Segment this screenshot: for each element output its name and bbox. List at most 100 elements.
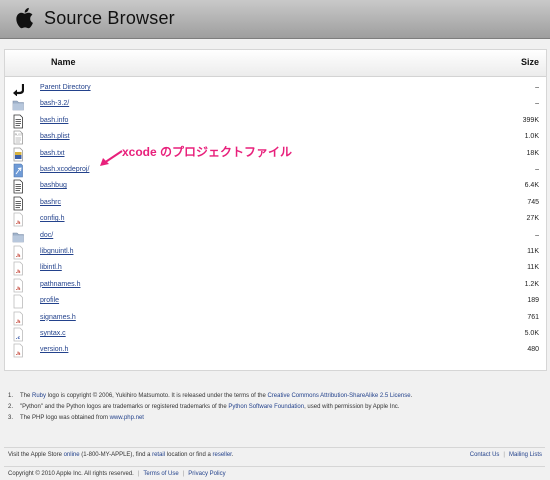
table-header: Name Size — [5, 50, 546, 77]
footnote-3: 3. The PHP logo was obtained from www.php… — [8, 415, 144, 421]
svg-text:.h: .h — [16, 319, 21, 325]
annotation-label: xcode のプロジェクトファイル — [122, 145, 293, 159]
xcode-project-icon[interactable] — [12, 163, 24, 178]
store-reseller-link[interactable]: reseller — [212, 452, 231, 458]
svg-text:.h: .h — [16, 253, 21, 259]
file-row: bash.info 399K — [5, 114, 546, 130]
file-row: .h pathnames.h 1.2K — [5, 278, 546, 294]
file-name-link[interactable]: bash.plist — [40, 133, 70, 140]
file-row: .h libgnuintl.h 11K — [5, 245, 546, 261]
file-name-link[interactable]: libgnuintl.h — [40, 248, 73, 255]
contact-links: Contact Us | Mailing Lists — [469, 452, 542, 458]
text-file-icon[interactable] — [12, 179, 24, 194]
text-file-icon[interactable] — [12, 114, 24, 129]
svg-text:.c: .c — [16, 336, 21, 341]
parent-directory-icon[interactable] — [12, 81, 24, 96]
file-size: – — [535, 100, 539, 108]
c-file-icon[interactable]: .c — [12, 327, 24, 342]
file-size: – — [535, 84, 539, 91]
file-name-link[interactable]: version.h — [40, 346, 68, 353]
file-name-link[interactable]: bash.txt — [40, 150, 65, 157]
annotation-arrow-icon — [100, 150, 123, 166]
privacy-policy-link[interactable]: Privacy Policy — [188, 471, 225, 477]
file-name-link[interactable]: Parent Directory — [40, 84, 91, 91]
copyright-line: Copyright © 2010 Apple Inc. All rights r… — [8, 471, 226, 477]
folder-icon[interactable] — [12, 97, 24, 112]
file-size: 11K — [527, 264, 539, 272]
file-row: bash-3.2/ – — [5, 97, 546, 113]
apple-store-text: Visit the Apple Store online (1-800-MY-A… — [8, 452, 234, 458]
text-file-icon[interactable] — [12, 147, 24, 162]
file-name-link[interactable]: bashrc — [40, 199, 61, 206]
store-retail-link[interactable]: retail — [152, 452, 165, 458]
file-size: 189 — [527, 297, 539, 305]
svg-text:.h: .h — [16, 269, 21, 275]
plist-file-icon[interactable]: PLIST — [12, 130, 24, 145]
file-size: 6.4K — [524, 182, 539, 190]
creative-commons-link[interactable]: Creative Commons Attribution-ShareAlike … — [267, 393, 410, 399]
file-name-link[interactable]: doc/ — [40, 232, 53, 239]
file-size: 5.0K — [524, 330, 539, 337]
header-file-icon[interactable]: .h — [12, 245, 24, 260]
column-header-size[interactable]: Size — [521, 57, 539, 67]
file-size: – — [535, 166, 539, 173]
file-row: Parent Directory – — [5, 81, 546, 97]
file-row: .c syntax.c 5.0K — [5, 327, 546, 343]
contact-us-link[interactable]: Contact Us — [470, 452, 500, 458]
file-name-link[interactable]: config.h — [40, 215, 65, 222]
text-file-icon[interactable] — [12, 196, 24, 211]
file-name-link[interactable]: syntax.c — [40, 330, 66, 337]
file-name-link[interactable]: bash.info — [40, 117, 68, 124]
page-title: Source Browser — [44, 8, 175, 28]
php-link[interactable]: www.php.net — [110, 415, 144, 421]
store-online-link[interactable]: online — [64, 452, 80, 458]
header-file-icon[interactable]: .h — [12, 311, 24, 326]
terms-of-use-link[interactable]: Terms of Use — [143, 471, 178, 477]
footnote-2: 2. "Python" and the Python logos are trad… — [8, 404, 400, 410]
file-size: 1.2K — [524, 280, 539, 288]
blank-file-icon[interactable] — [12, 294, 24, 309]
file-size: 399K — [522, 116, 539, 124]
footer-divider — [4, 447, 545, 448]
svg-text:.h: .h — [16, 286, 21, 292]
python-foundation-link[interactable]: Python Software Foundation — [228, 404, 304, 410]
apple-logo-icon[interactable] — [14, 6, 34, 30]
file-row: doc/ – — [5, 229, 546, 245]
mailing-lists-link[interactable]: Mailing Lists — [509, 452, 542, 458]
file-name-link[interactable]: signames.h — [40, 314, 76, 321]
file-row: .h signames.h 761 — [5, 311, 546, 327]
file-size: 11K — [527, 248, 539, 255]
footnote-1: 1. The Ruby logo is copyright © 2006, Yuk… — [8, 393, 413, 399]
file-size: 745 — [527, 198, 539, 206]
file-row: bash.xcodeproj/ – — [5, 163, 546, 179]
file-size: 1.0K — [524, 133, 539, 141]
column-header-name[interactable]: Name — [51, 57, 76, 67]
file-name-link[interactable]: libintl.h — [40, 264, 62, 271]
header-file-icon[interactable]: .h — [12, 212, 24, 227]
file-listing-panel: Name Size Parent Directory – bash-3.2/– bas… — [4, 49, 547, 371]
ruby-link[interactable]: Ruby — [32, 393, 46, 399]
file-name-link[interactable]: pathnames.h — [40, 281, 80, 288]
header-file-icon[interactable]: .h — [12, 261, 24, 276]
svg-text:.h: .h — [16, 351, 21, 357]
svg-text:PLIST: PLIST — [15, 133, 23, 137]
file-row: .h libintl.h 11K — [5, 261, 546, 277]
file-name-link[interactable]: bash-3.2/ — [40, 100, 69, 107]
page-header: Source Browser — [0, 0, 550, 39]
file-size: 761 — [527, 313, 539, 321]
header-file-icon[interactable]: .h — [12, 343, 24, 358]
footer-divider-2 — [4, 466, 545, 467]
file-name-link[interactable]: profile — [40, 297, 59, 304]
file-size: 18K — [526, 149, 539, 157]
file-row: .h config.h 27K — [5, 212, 546, 228]
file-size: 27K — [526, 215, 539, 223]
folder-icon[interactable] — [12, 229, 24, 244]
file-name-link[interactable]: bashbug — [40, 182, 67, 189]
header-file-icon[interactable]: .h — [12, 278, 24, 293]
file-name-link[interactable]: bash.xcodeproj/ — [40, 166, 89, 173]
svg-text:.h: .h — [16, 220, 21, 226]
file-size: 480 — [527, 346, 539, 354]
file-row: .h version.h 480 — [5, 343, 546, 359]
footnotes: 1. The Ruby logo is copyright © 2006, Yuk… — [8, 393, 412, 426]
file-row: profile 189 — [5, 294, 546, 310]
